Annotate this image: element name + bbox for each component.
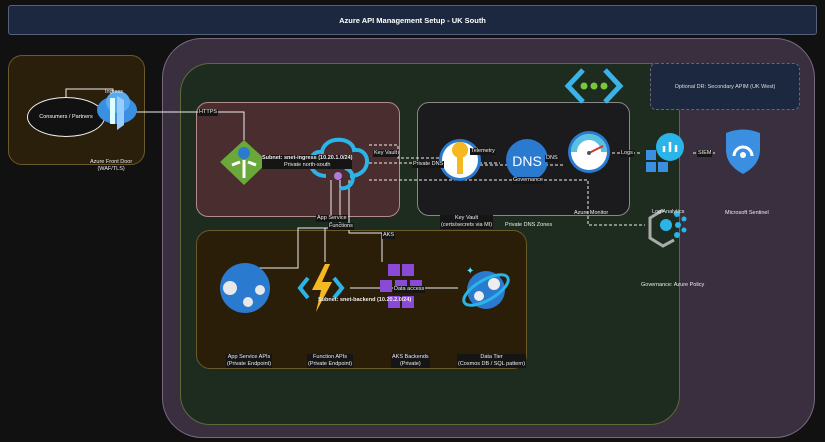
key-vault-label: Key Vault (certs/secrets via MI) (440, 215, 494, 229)
app-service-desc: (Private Endpoint) (227, 360, 272, 367)
ingress-subnet-label: Subnet: snet-ingress (10.20.1.0/24) Priva… (262, 155, 353, 169)
ingress-label: Ingress (105, 89, 124, 95)
private-dns-edge-label: Private DNS (412, 161, 445, 168)
function-desc: (Private Endpoint) (308, 360, 353, 367)
data-access-label: Data access (393, 286, 426, 293)
edge-aks (348, 180, 383, 262)
data-tier-label: Data Tier (Cosmos DB / SQL pattern) (457, 354, 527, 368)
monitor-label: Azure Monitor (574, 210, 609, 216)
https-label: HTTPS (198, 109, 219, 116)
logs-label: Logs (620, 150, 634, 157)
aks-title: AKS Backends (392, 354, 429, 360)
aks-desc: (Private) (399, 360, 421, 367)
app-service-edge-label: App Service (316, 215, 348, 222)
front-door-label-2: (WAF/TLS) (97, 165, 125, 172)
aks-edge-label: AKS (382, 232, 396, 239)
consumers-ellipse: Consumers / Partners (27, 97, 105, 137)
data-tier-desc: (Cosmos DB / SQL pattern) (458, 360, 526, 367)
connectors (65, 88, 715, 289)
siem-label: SIEM (697, 150, 713, 157)
ingress-subnet-cidr: Subnet: snet-ingress (10.20.1.0/24) (262, 155, 353, 161)
private-dns-label: Private DNS Zones (505, 222, 553, 228)
policy-label: Governance: Azure Policy (641, 282, 705, 288)
log-analytics-label: Log Analytics (652, 209, 685, 215)
data-tier-title: Data Tier (480, 354, 503, 360)
dns-edge-label: DNS (545, 155, 559, 162)
key-vault-title: Key Vault (454, 215, 479, 221)
edge-app-service (248, 180, 332, 269)
sentinel-label: Microsoft Sentinel (725, 210, 769, 216)
aks-label: AKS Backends (Private) (391, 354, 430, 368)
functions-edge-label: Functions (328, 223, 354, 230)
ingress-subnet-desc: Private north-south (284, 161, 331, 168)
app-service-label: App Service APIs (Private Endpoint) (226, 354, 273, 368)
edge-https (136, 111, 245, 140)
function-label: Function APIs (Private Endpoint) (307, 354, 354, 368)
backend-subnet-label: Subnet: snet-backend (10.20.2.0/24) (318, 297, 412, 303)
function-title: Function APIs (313, 354, 347, 360)
consumers-label: Consumers / Partners (39, 114, 93, 120)
edge-governance (369, 179, 645, 226)
key-vault-desc: (certs/secrets via MI) (441, 221, 493, 228)
front-door-label: Azure Front Door (WAF/TLS) (90, 159, 132, 173)
front-door-label-1: Azure Front Door (90, 159, 133, 165)
governance-edge-label: Governance (512, 177, 544, 184)
app-service-title: App Service APIs (227, 354, 271, 360)
telemetry-label: Telemetry (470, 148, 496, 155)
key-vault-edge-label: Key Vault (373, 150, 399, 157)
